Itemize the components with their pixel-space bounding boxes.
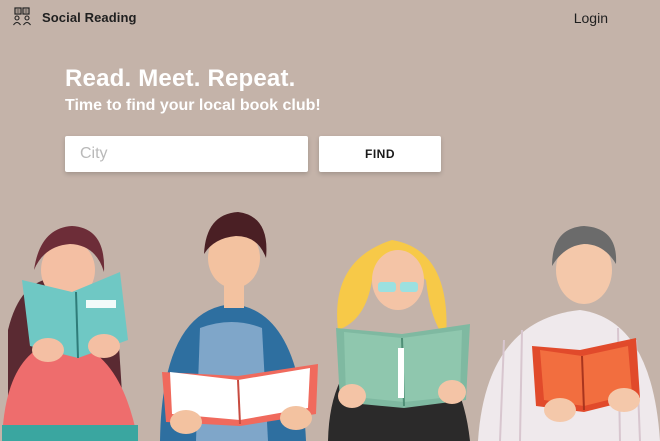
hero-subtitle: Time to find your local book club!: [65, 97, 321, 114]
brand-name: Social Reading: [42, 9, 137, 25]
reader-man-orange-book: [478, 226, 660, 441]
reader-woman-teal-book: [2, 226, 138, 441]
city-search-input[interactable]: [65, 136, 308, 172]
hero-title: Read. Meet. Repeat.: [65, 65, 296, 92]
navbar: Social Reading Login: [0, 0, 660, 36]
reader-woman-green-book: [328, 240, 470, 441]
login-link[interactable]: Login: [574, 10, 608, 26]
reader-man-red-book: [160, 212, 318, 441]
find-button[interactable]: FIND: [319, 136, 441, 172]
book-club-icon: [13, 7, 31, 26]
hero: Read. Meet. Repeat. Time to find your lo…: [65, 64, 321, 116]
people-reading-books-illustration: [2, 212, 660, 441]
brand-link[interactable]: Social Reading: [12, 6, 137, 28]
